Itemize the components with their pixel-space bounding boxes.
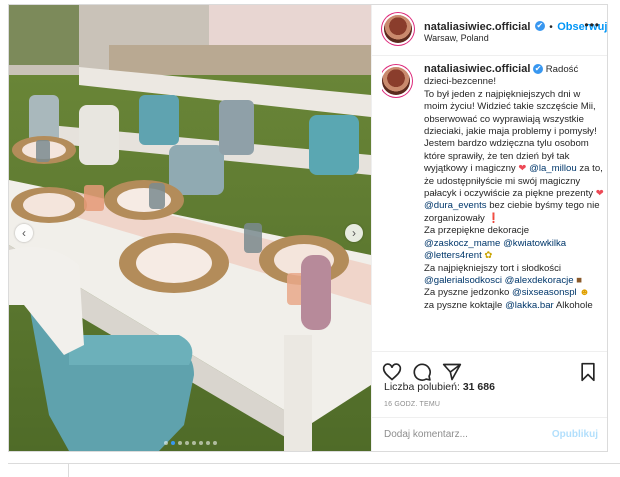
separator-dot: • [549,22,553,33]
mention-link[interactable]: @dura_events [424,200,487,211]
comment-icon[interactable] [412,362,432,382]
comment-input[interactable]: Dodaj komentarz... [384,429,468,440]
more-options-icon[interactable]: ••• [584,18,600,32]
prev-slide-button[interactable]: ‹ [15,224,33,242]
like-heart-icon[interactable] [382,362,402,382]
post-header: nataliasiwiec.official ✔ • Obserwuj Wars… [372,5,607,56]
mention-link[interactable]: @galerialsodkosci [424,275,502,286]
post-photo[interactable]: ‹ › [9,5,371,451]
likes-number: 31 686 [462,381,495,393]
carousel-dot [212,441,217,445]
party-table-image [9,5,371,451]
caption-text: Za przepiękne dekoracje [424,225,530,237]
mention-link[interactable]: @kwiatowkilka [503,238,566,249]
avatar[interactable] [384,15,412,43]
page-divider [8,463,620,464]
heart-emoji-icon: ❤ [518,163,527,175]
post-card: ‹ › nataliasiwiec.official ✔ • Obserwuj … [8,4,608,452]
likes-label: Liczba polubień: [384,381,460,393]
carousel-dot [163,441,168,445]
caption-avatar[interactable] [382,67,410,95]
save-bookmark-icon[interactable] [578,362,598,382]
publish-button[interactable]: Opublikuj [552,429,598,440]
caption: nataliasiwiec.official ✔ Radość dzieci-b… [382,63,604,345]
mention-link[interactable]: @zaskocz_mame [424,238,500,249]
caption-body: nataliasiwiec.official ✔ Radość dzieci-b… [424,63,604,312]
post-sidebar: nataliasiwiec.official ✔ • Obserwuj Wars… [371,5,607,451]
next-slide-button[interactable]: › [345,224,363,242]
mention-link[interactable]: @sixseasonspl [512,287,577,298]
verified-badge-icon: ✔ [533,64,544,75]
caption-text: Za najpiękniejszy tort i słodkości [424,262,562,274]
smile-emoji-icon: ☻ [579,287,590,299]
mention-link[interactable]: @lakka.bar [505,300,554,311]
post-timestamp[interactable]: 16 GODZ. TEMU [384,401,440,408]
mention-link[interactable]: @letters4rent [424,250,482,261]
caption-text: Za pyszne jedzonko [424,287,510,299]
likes-count[interactable]: Liczba polubień: 31 686 [384,381,495,393]
carousel-dot [198,441,203,445]
carousel-dot [191,441,196,445]
share-send-icon[interactable] [442,362,462,382]
location-link[interactable]: Warsaw, Poland [424,33,489,43]
flower-emoji-icon: ✿ [484,250,493,262]
mention-link[interactable]: @alexdekoracje [505,275,574,286]
caption-text: To był jeden z najpiękniejszych dni w mo… [424,88,597,138]
comment-form: Dodaj komentarz... Opublikuj [372,417,607,451]
page-divider-tick [68,463,69,477]
exclamation-emoji-icon: ❗ [487,212,500,224]
header-username[interactable]: nataliasiwiec.official [424,21,530,33]
carousel-dot [184,441,189,445]
carousel-dot [205,441,210,445]
mention-link[interactable]: @la_millou [529,163,577,174]
verified-badge-icon: ✔ [534,20,545,31]
carousel-dot [177,441,182,445]
caption-username[interactable]: nataliasiwiec.official [424,63,530,75]
carousel-indicator [9,441,371,445]
cake-emoji-icon: ■ [576,274,583,286]
carousel-dot [170,441,175,445]
heart-emoji-icon: ❤ [595,188,604,200]
caption-text: za pyszne koktajle [424,299,503,311]
caption-text: Alkohole [555,299,593,311]
